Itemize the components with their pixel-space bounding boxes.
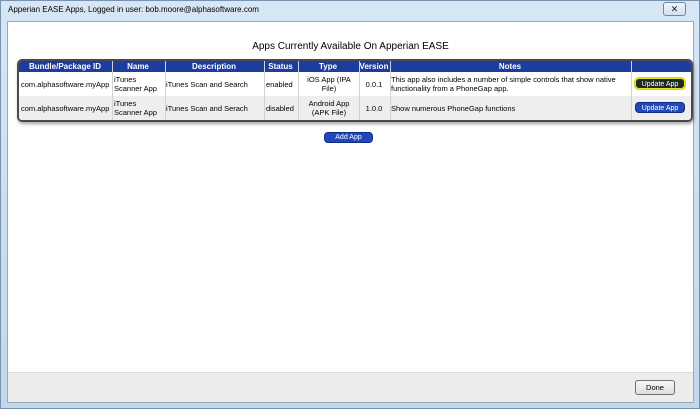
column-divider bbox=[631, 61, 632, 120]
notes-cell: This app also includes a number of simpl… bbox=[391, 75, 616, 93]
column-header-version: Version bbox=[359, 62, 389, 71]
description-cell: iTunes Scan and Serach bbox=[166, 103, 248, 113]
app-window: Apperian EASE Apps, Logged in user: bob.… bbox=[0, 0, 700, 409]
bundle-id-cell: com.alphasoftware.myApp bbox=[21, 103, 110, 113]
column-header-type: Type bbox=[318, 62, 338, 71]
description-cell: iTunes Scan and Search bbox=[166, 79, 248, 89]
close-button[interactable]: ✕ bbox=[663, 2, 686, 16]
version-cell: 1.0.0 bbox=[365, 103, 383, 113]
status-cell: disabled bbox=[266, 103, 294, 113]
column-divider bbox=[359, 61, 360, 120]
type-cell: Android App (APK File) bbox=[308, 99, 350, 117]
bundle-id-cell: com.alphasoftware.myApp bbox=[21, 79, 110, 89]
apps-table: Bundle/Package ID Name Description Statu… bbox=[17, 59, 693, 122]
close-icon: ✕ bbox=[670, 4, 679, 14]
column-divider bbox=[298, 61, 299, 120]
column-divider bbox=[264, 61, 265, 120]
column-header-notes: Notes bbox=[498, 62, 522, 71]
title-bar[interactable]: Apperian EASE Apps, Logged in user: bob.… bbox=[1, 1, 699, 21]
column-header-status: Status bbox=[268, 62, 293, 71]
column-header-name: Name bbox=[127, 62, 149, 71]
type-cell: iOS App (IPA File) bbox=[307, 75, 351, 93]
column-header-bundle: Bundle/Package ID bbox=[28, 62, 102, 71]
page-title: Apps Currently Available On Apperian EAS… bbox=[252, 41, 449, 52]
status-cell: enabled bbox=[266, 79, 293, 89]
notes-cell: Show numerous PhoneGap functions bbox=[391, 103, 516, 113]
window-title: Apperian EASE Apps, Logged in user: bob.… bbox=[8, 5, 259, 14]
add-app-button[interactable]: Add App bbox=[324, 132, 373, 143]
dialog-content: Apps Currently Available On Apperian EAS… bbox=[7, 21, 694, 403]
done-button[interactable]: Done bbox=[635, 380, 675, 395]
column-divider bbox=[165, 61, 166, 120]
column-divider bbox=[112, 61, 113, 120]
app-name-cell: iTunes Scanner App bbox=[114, 99, 157, 117]
table-header: Bundle/Package ID Name Description Statu… bbox=[19, 61, 691, 72]
table-row[interactable]: com.alphasoftware.myApp iTunes Scanner A… bbox=[19, 72, 691, 96]
column-header-description: Description bbox=[191, 62, 236, 71]
version-cell: 0.0.1 bbox=[365, 79, 383, 89]
column-divider bbox=[390, 61, 391, 120]
app-name-cell: iTunes Scanner App bbox=[114, 75, 157, 93]
update-app-button[interactable]: Update App bbox=[635, 102, 685, 113]
dialog-footer: Done bbox=[8, 372, 693, 402]
update-app-button[interactable]: Update App bbox=[635, 78, 685, 89]
table-row[interactable]: com.alphasoftware.myApp iTunes Scanner A… bbox=[19, 96, 691, 120]
